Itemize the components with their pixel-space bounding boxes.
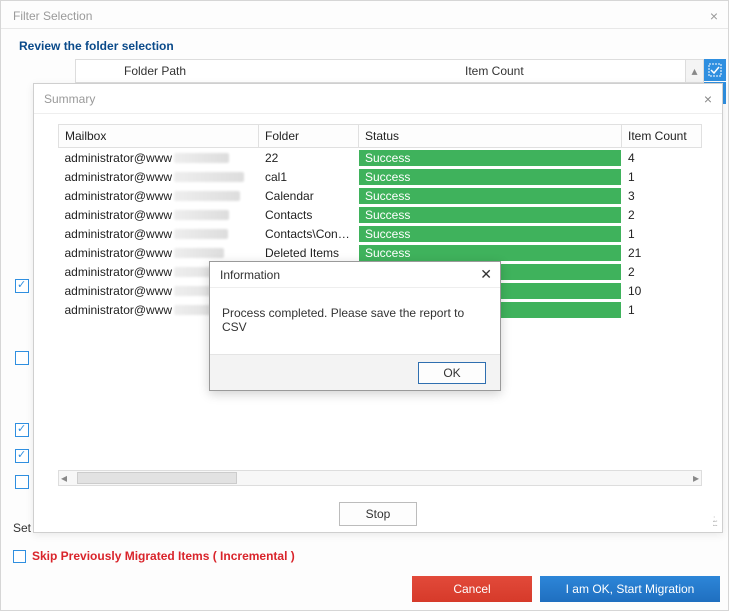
cell-count: 3 (622, 186, 702, 205)
status-badge: Success (359, 226, 621, 242)
review-folder-label: Review the folder selection (1, 29, 728, 59)
checkbox[interactable] (15, 475, 29, 489)
scroll-up-icon[interactable]: ▴ (685, 60, 703, 82)
cell-folder: cal1 (259, 167, 359, 186)
cell-count: 21 (622, 243, 702, 262)
status-badge: Success (359, 188, 621, 204)
cancel-button[interactable]: Cancel (412, 576, 532, 602)
checkbox[interactable] (15, 423, 29, 437)
ok-button[interactable]: OK (418, 362, 486, 384)
cell-count: 2 (622, 205, 702, 224)
table-row[interactable]: administrator@wwwcal1Success1 (59, 167, 702, 186)
summary-title: Summary (44, 92, 95, 106)
col-folder-path: Folder Path (76, 64, 465, 78)
table-row[interactable]: administrator@wwwDeleted ItemsSuccess21 (59, 243, 702, 262)
resize-grip-icon[interactable]: .: ..: .: (712, 518, 716, 526)
scroll-left-icon[interactable]: ◂ (61, 471, 67, 485)
cell-mailbox: administrator@www (59, 224, 259, 243)
information-dialog: Information ✕ Process completed. Please … (209, 261, 501, 391)
select-all-button[interactable] (704, 59, 726, 81)
col-folder[interactable]: Folder (259, 125, 359, 148)
cell-folder: Deleted Items (259, 243, 359, 262)
cell-folder: Calendar (259, 186, 359, 205)
status-badge: Success (359, 207, 621, 223)
col-mailbox[interactable]: Mailbox (59, 125, 259, 148)
dialog-title: Filter Selection (13, 9, 92, 23)
cell-status: Success (359, 148, 622, 168)
horizontal-scrollbar[interactable]: ◂ ▸ (58, 470, 702, 486)
cell-count: 1 (622, 224, 702, 243)
close-icon[interactable]: × (704, 91, 712, 107)
stop-button[interactable]: Stop (339, 502, 417, 526)
checkbox[interactable] (15, 351, 29, 365)
skip-checkbox[interactable] (13, 550, 26, 563)
close-icon[interactable]: ✕ (480, 266, 492, 283)
cell-count: 1 (622, 167, 702, 186)
col-item-count[interactable]: Item Count (622, 125, 702, 148)
cell-count: 1 (622, 300, 702, 319)
col-status[interactable]: Status (359, 125, 622, 148)
folder-table-header: Folder Path Item Count ▴ (75, 59, 704, 83)
table-row[interactable]: administrator@wwwContactsSuccess2 (59, 205, 702, 224)
cell-status: Success (359, 224, 622, 243)
cell-mailbox: administrator@www (59, 167, 259, 186)
scrollbar-thumb[interactable] (77, 472, 237, 484)
cell-count: 2 (622, 262, 702, 281)
info-title: Information (220, 268, 280, 282)
cell-count: 10 (622, 281, 702, 300)
set-label: Set (13, 521, 31, 535)
cell-folder: 22 (259, 148, 359, 168)
table-row[interactable]: administrator@wwwCalendarSuccess3 (59, 186, 702, 205)
status-badge: Success (359, 169, 621, 185)
col-item-count: Item Count (465, 64, 685, 78)
info-message: Process completed. Please save the repor… (210, 288, 500, 354)
close-icon[interactable]: × (710, 8, 718, 24)
cell-status: Success (359, 205, 622, 224)
cell-status: Success (359, 186, 622, 205)
cell-folder: Contacts (259, 205, 359, 224)
folder-checkbox-column (15, 279, 29, 537)
cell-status: Success (359, 243, 622, 262)
checkbox[interactable] (15, 449, 29, 463)
cell-mailbox: administrator@www (59, 148, 259, 168)
cell-status: Success (359, 167, 622, 186)
skip-label: Skip Previously Migrated Items ( Increme… (32, 549, 295, 563)
checkbox[interactable] (15, 279, 29, 293)
cell-mailbox: administrator@www (59, 205, 259, 224)
cell-count: 4 (622, 148, 702, 168)
scroll-right-icon[interactable]: ▸ (693, 471, 699, 485)
status-badge: Success (359, 150, 621, 166)
cell-folder: Contacts\Conta… (259, 224, 359, 243)
table-row[interactable]: administrator@wwwContacts\Conta…Success1 (59, 224, 702, 243)
cell-mailbox: administrator@www (59, 186, 259, 205)
status-badge: Success (359, 245, 621, 261)
start-migration-button[interactable]: I am OK, Start Migration (540, 576, 720, 602)
table-row[interactable]: administrator@www22Success4 (59, 148, 702, 168)
cell-mailbox: administrator@www (59, 243, 259, 262)
